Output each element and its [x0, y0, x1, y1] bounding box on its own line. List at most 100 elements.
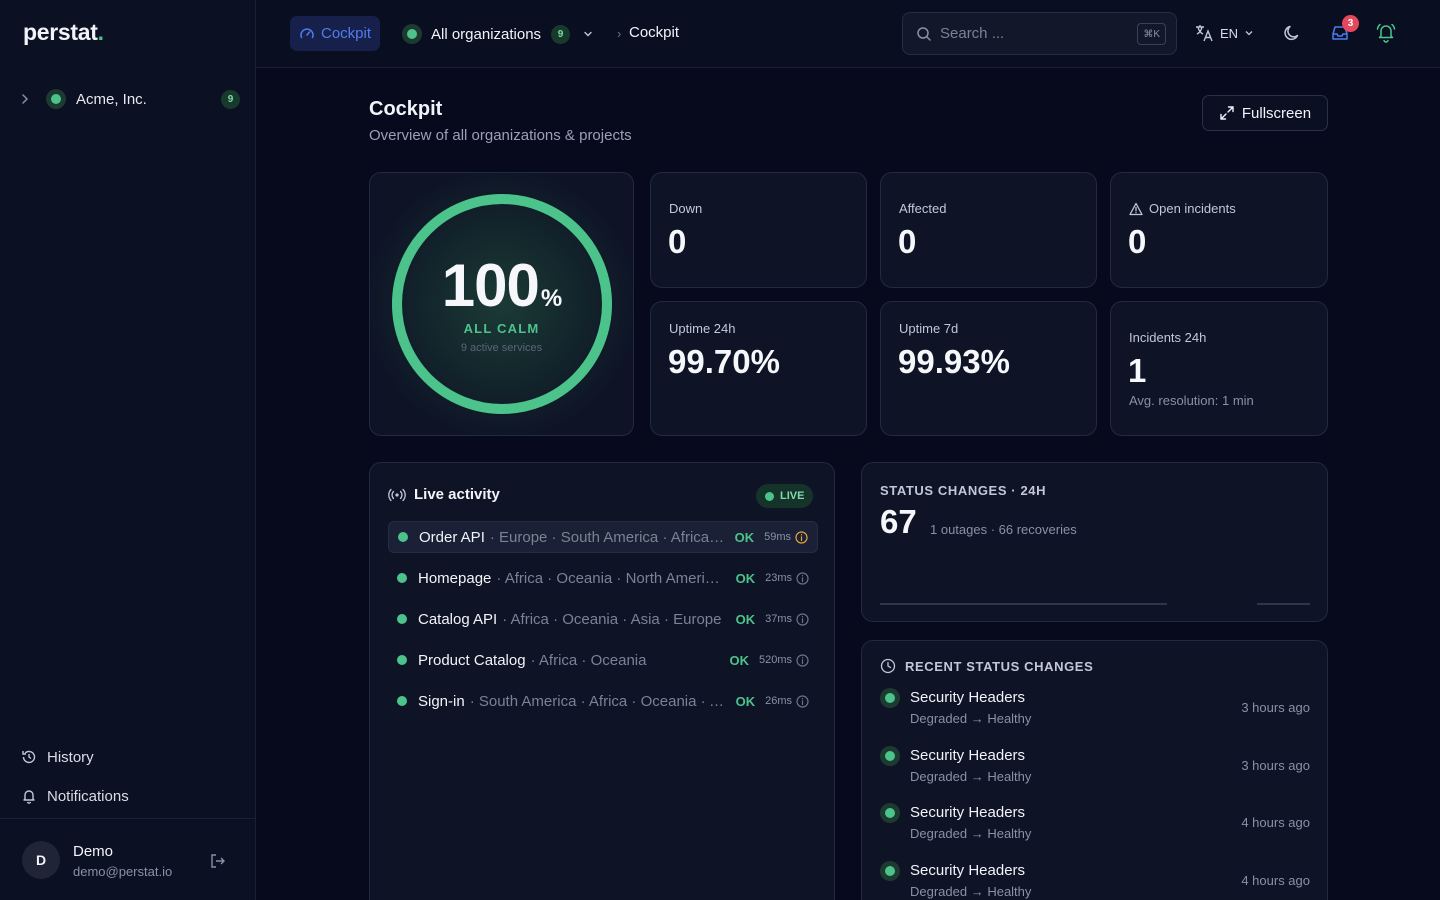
- status-dot: [880, 861, 900, 881]
- bell-icon: [23, 790, 35, 804]
- breadcrumb[interactable]: Cockpit: [629, 24, 679, 41]
- chevron-right-icon[interactable]: [18, 92, 32, 106]
- activity-status: OK: [735, 693, 756, 709]
- stat-value: 1: [1128, 352, 1147, 389]
- stat-value: 99.93%: [898, 343, 1010, 380]
- info-icon[interactable]: [796, 653, 809, 667]
- activity-regions: · Africa · Oceania · North America · Eur…: [496, 569, 725, 587]
- activity-status: OK: [735, 611, 756, 627]
- org-select[interactable]: All organizations 9: [402, 21, 594, 47]
- brand-logo[interactable]: perstat.: [23, 19, 104, 46]
- stat-value: 0: [668, 223, 687, 260]
- sidebar-item-history[interactable]: History: [21, 746, 94, 768]
- activity-service: Product Catalog: [418, 651, 526, 669]
- alerts-button[interactable]: [1374, 21, 1398, 45]
- activity-regions: · South America · Africa · Oceania · Asi…: [469, 692, 726, 710]
- activity-row[interactable]: Catalog API · Africa · Oceania · Asia · …: [388, 603, 818, 635]
- activity-latency: 37ms: [765, 613, 792, 625]
- stat-label: Down: [669, 201, 703, 216]
- recent-change-row[interactable]: Security Headers Degraded → Healthy 4 ho…: [880, 861, 1310, 900]
- search-icon: [917, 26, 931, 41]
- stat-label: Open incidents: [1129, 201, 1236, 216]
- status-changes-sparkline: [880, 603, 1310, 605]
- topbar: Cockpit All organizations 9 › Cockpit ⌘K…: [256, 0, 1440, 68]
- sidebar-item-label: Notifications: [47, 787, 129, 805]
- status-changes-card: STATUS CHANGES · 24H 67 1 outages · 66 r…: [861, 462, 1328, 622]
- activity-latency: 23ms: [765, 572, 792, 584]
- recent-change-row[interactable]: Security Headers Degraded → Healthy 3 ho…: [880, 688, 1310, 732]
- gauge-status: ALL CALM: [463, 321, 540, 336]
- breadcrumb-separator: ›: [617, 26, 622, 41]
- live-activity-title: Live activity: [388, 486, 500, 503]
- user-name: Demo: [73, 843, 114, 860]
- status-changes-title: STATUS CHANGES · 24H: [880, 483, 1047, 498]
- activity-row[interactable]: Homepage · Africa · Oceania · North Amer…: [388, 562, 818, 594]
- org-select-label: All organizations: [431, 25, 542, 43]
- recent-change-transition: Degraded → Healthy: [910, 884, 1032, 899]
- fullscreen-label: Fullscreen: [1241, 104, 1312, 122]
- recent-change-time: 4 hours ago: [1241, 873, 1310, 888]
- sidebar-org-acme[interactable]: Acme, Inc. 9: [18, 86, 240, 112]
- language-select[interactable]: EN: [1194, 23, 1254, 43]
- recent-change-name: Security Headers: [910, 689, 1026, 706]
- logout-icon[interactable]: [209, 852, 227, 870]
- activity-service: Homepage: [418, 569, 492, 587]
- activity-latency: 59ms: [764, 531, 791, 543]
- activity-regions: · Africa · Oceania: [530, 651, 647, 669]
- stat-card-down: Down 0: [650, 172, 867, 288]
- status-dot: [397, 614, 407, 624]
- status-dot: [397, 573, 407, 583]
- status-dot: [46, 89, 66, 109]
- recent-change-row[interactable]: Security Headers Degraded → Healthy 3 ho…: [880, 746, 1310, 790]
- stat-card-uptime-7d: Uptime 7d 99.93%: [880, 301, 1097, 436]
- recent-change-name: Security Headers: [910, 862, 1026, 879]
- live-badge: LIVE: [756, 484, 814, 508]
- gauge-icon: [300, 27, 314, 38]
- activity-row[interactable]: Order API · Europe · South America · Afr…: [388, 521, 818, 553]
- history-icon: [22, 750, 36, 764]
- org-count-badge: 9: [551, 24, 571, 44]
- search-input[interactable]: [940, 25, 1120, 42]
- activity-status: OK: [735, 570, 756, 586]
- status-dot: [398, 532, 408, 542]
- info-icon[interactable]: [796, 694, 809, 708]
- bell-ring-icon: [1376, 23, 1396, 43]
- org-count-badge: 9: [221, 89, 240, 109]
- fullscreen-button[interactable]: Fullscreen: [1202, 95, 1328, 131]
- search-box[interactable]: ⌘K: [902, 12, 1177, 55]
- gauge-services: 9 active services: [460, 342, 543, 354]
- recent-status-changes-card: RECENT STATUS CHANGES Security Headers D…: [861, 640, 1328, 900]
- activity-service: Sign-in: [418, 692, 465, 710]
- recent-change-time: 3 hours ago: [1241, 700, 1310, 715]
- stat-value: 0: [898, 223, 917, 260]
- tab-cockpit[interactable]: Cockpit: [290, 16, 381, 51]
- activity-latency: 520ms: [758, 654, 792, 666]
- info-icon[interactable]: [795, 530, 808, 544]
- org-name: Acme, Inc.: [76, 90, 147, 108]
- activity-latency: 26ms: [765, 695, 792, 707]
- stat-value: 0: [1128, 223, 1147, 260]
- activity-regions: · Europe · South America · Africa · Ocea…: [489, 528, 725, 546]
- live-activity-card: Live activity LIVE Order API · Europe · …: [369, 462, 835, 900]
- page-title: Cockpit: [369, 98, 443, 120]
- user-box: D Demo demo@perstat.io: [0, 818, 255, 900]
- sidebar-item-notifications[interactable]: Notifications: [21, 785, 129, 807]
- stat-card-affected: Affected 0: [880, 172, 1097, 288]
- stat-card-incidents-24h: Incidents 24h 1 Avg. resolution: 1 min: [1110, 301, 1328, 436]
- clock-icon: [880, 658, 896, 674]
- recent-change-transition: Degraded → Healthy: [910, 826, 1032, 841]
- info-icon[interactable]: [796, 571, 809, 585]
- broadcast-icon: [388, 488, 406, 501]
- theme-toggle[interactable]: [1280, 21, 1304, 45]
- chevron-down-icon[interactable]: [582, 28, 594, 40]
- status-dot: [880, 746, 900, 766]
- info-icon[interactable]: [796, 612, 809, 626]
- expand-icon: [1220, 106, 1234, 120]
- recent-change-row[interactable]: Security Headers Degraded → Healthy 4 ho…: [880, 803, 1310, 847]
- activity-row[interactable]: Sign-in · South America · Africa · Ocean…: [388, 685, 818, 717]
- activity-row[interactable]: Product Catalog · Africa · Oceania OK 52…: [388, 644, 818, 676]
- activity-status: OK: [729, 652, 749, 668]
- avatar[interactable]: D: [22, 841, 60, 879]
- inbox-button[interactable]: 3: [1328, 15, 1359, 45]
- stat-card-uptime-24h: Uptime 24h 99.70%: [650, 301, 867, 436]
